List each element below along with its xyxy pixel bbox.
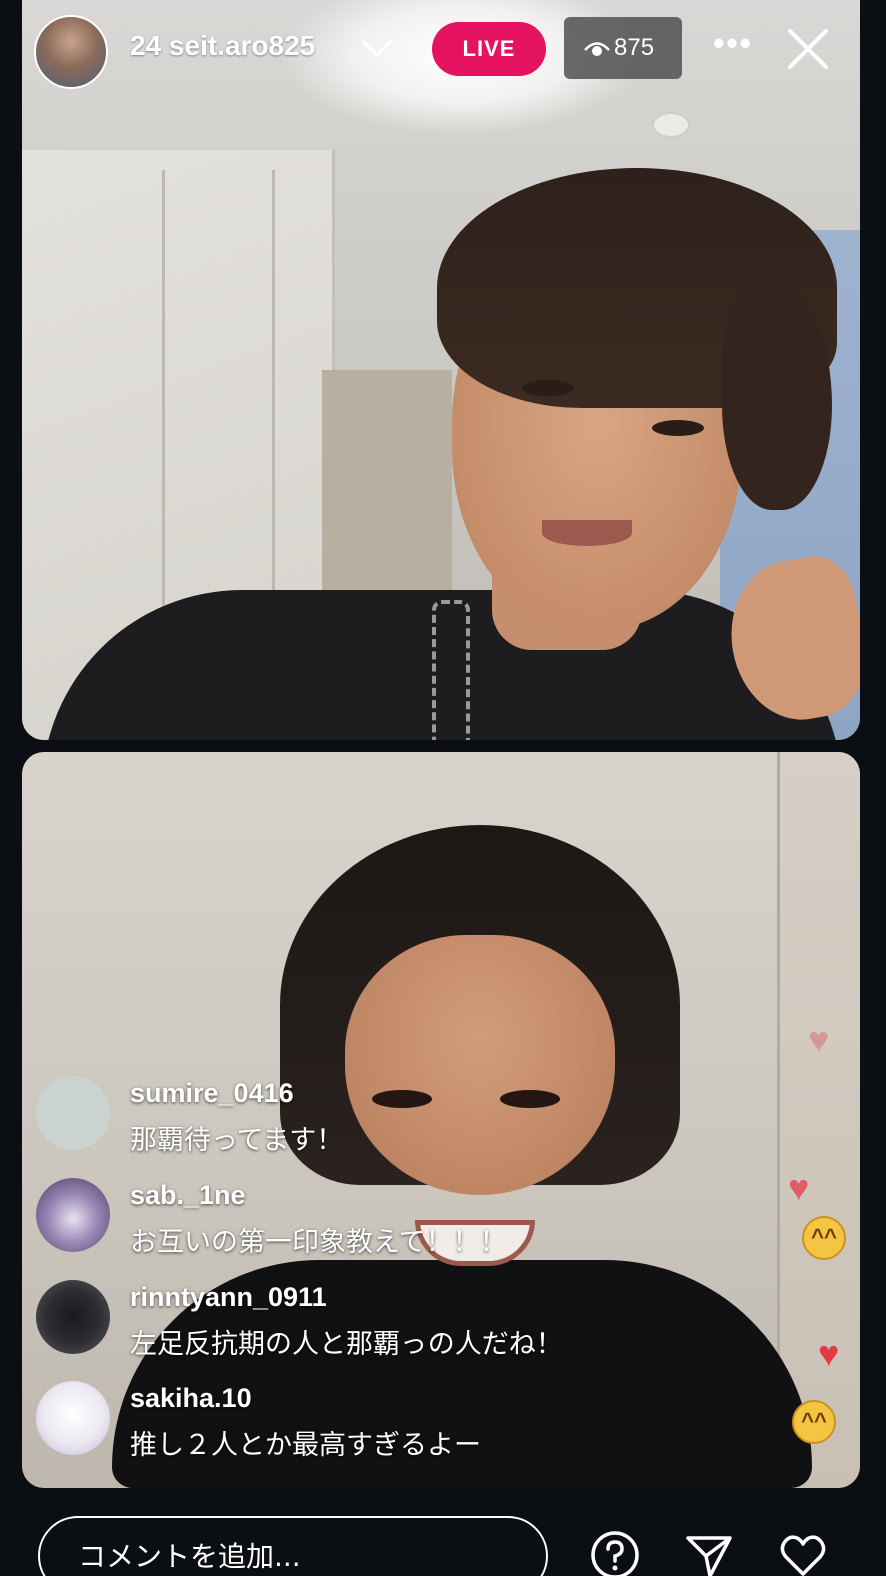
viewer-count: 875 (614, 34, 655, 61)
live-badge: LIVE (432, 22, 546, 76)
commenter-username[interactable]: sumire_0416 (130, 1078, 294, 1109)
host-eye (652, 420, 704, 436)
comment-item: sab._1ne お互いの第一印象教えて！！！ (36, 1178, 756, 1268)
comment-item: rinntyann_0911 左足反抗期の人と那覇っの人だね！ (36, 1280, 756, 1370)
live-stream-screen: 24 seit.aro825 LIVE 875 ••• sumire_0416 … (0, 0, 886, 1576)
heart-reaction-icon: ♥ (788, 1167, 810, 1208)
heart-reaction-icon: ♥ (808, 1019, 830, 1060)
commenter-username[interactable]: sab._1ne (130, 1180, 246, 1211)
chevron-down-icon[interactable] (360, 34, 394, 62)
commenter-avatar[interactable] (36, 1076, 110, 1150)
heart-icon[interactable] (778, 1530, 828, 1576)
eye-icon (584, 42, 610, 56)
close-icon[interactable] (786, 27, 830, 71)
question-icon[interactable] (590, 1530, 640, 1576)
comment-text: 推し２人とか最高すぎるよー (130, 1430, 481, 1461)
necklace (432, 600, 470, 740)
commenter-username[interactable]: rinntyann_0911 (130, 1282, 327, 1313)
ceiling-detector (652, 112, 690, 138)
host-mouth (542, 520, 632, 546)
host-username[interactable]: 24 seit.aro825 (130, 30, 350, 70)
comment-item: sakiha.10 推し２人とか最高すぎるよー (36, 1381, 756, 1471)
laughing-emoji-icon: ^^ (792, 1400, 836, 1444)
comment-item: sumire_0416 那覇待ってます！ (36, 1076, 756, 1166)
commenter-avatar[interactable] (36, 1178, 110, 1252)
host-video (22, 0, 860, 740)
commenter-username[interactable]: sakiha.10 (130, 1383, 252, 1414)
live-header: 24 seit.aro825 LIVE 875 ••• (0, 0, 886, 100)
comment-text: お互いの第一印象教えて！！！ (130, 1227, 507, 1258)
more-options-button[interactable]: ••• (708, 27, 758, 68)
comment-text: 那覇待ってます！ (130, 1125, 344, 1156)
host-eye (522, 380, 574, 396)
viewer-count-badge[interactable]: 875 (564, 17, 682, 79)
heart-reaction-icon: ♥ (818, 1333, 840, 1374)
comment-text: 左足反抗期の人と那覇っの人だね！ (130, 1329, 563, 1360)
host-avatar[interactable] (34, 15, 108, 89)
send-icon[interactable] (684, 1530, 734, 1576)
commenter-avatar[interactable] (36, 1381, 110, 1455)
laughing-emoji-icon: ^^ (802, 1216, 846, 1260)
commenter-avatar[interactable] (36, 1280, 110, 1354)
comment-input[interactable] (38, 1516, 548, 1576)
